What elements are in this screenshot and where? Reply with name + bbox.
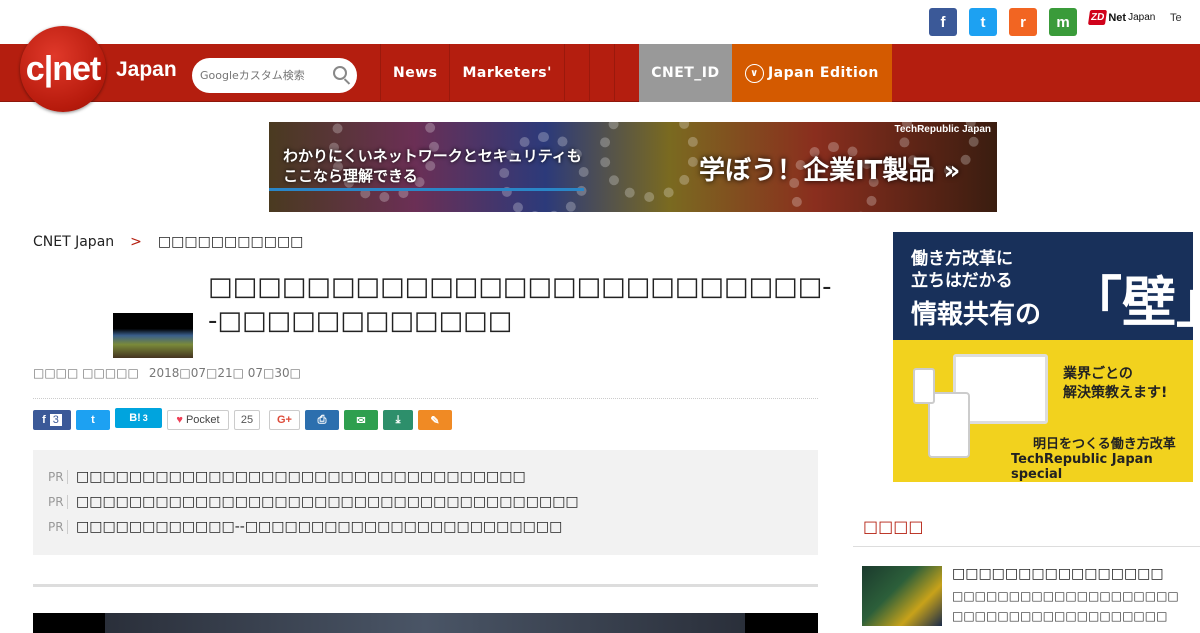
pr-tag: PR bbox=[48, 494, 68, 509]
banner-brand: TechRepublic Japan bbox=[894, 124, 991, 135]
facebook-icon[interactable]: f bbox=[929, 8, 957, 36]
banner-line1: わかりにくいネットワークとセキュリティも bbox=[283, 147, 582, 165]
pr-tag: PR bbox=[48, 469, 68, 484]
nav-marketers[interactable]: Marketers' bbox=[449, 44, 563, 102]
article-thumbnail bbox=[113, 313, 193, 358]
clip-button[interactable]: ✎ bbox=[418, 410, 452, 430]
save-button[interactable]: ⤓ bbox=[383, 410, 413, 430]
sidebar-item-desc-2: □□□□□□□□□□□□□□□□□□□ bbox=[952, 609, 1168, 623]
paperclip-icon: ✎ bbox=[430, 414, 440, 427]
cnet-logo[interactable]: c|net bbox=[20, 26, 106, 112]
phone-illustration bbox=[913, 368, 935, 404]
pr-item-text[interactable]: □□□□□□□□□□□□□□□□□□□□□□□□□□□□□□□□□□ bbox=[76, 469, 526, 485]
pr-item-text[interactable]: □□□□□□□□□□□□□□□□□□□□□□□□□□□□□□□□□□□□□□ bbox=[76, 494, 579, 510]
hatena-icon: B! bbox=[129, 412, 141, 424]
ad-footer-2: TechRepublic Japan special bbox=[1011, 452, 1153, 482]
banner-subtext: わかりにくいネットワークとセキュリティも ここなら理解できる bbox=[283, 146, 582, 186]
gear-decoration bbox=[599, 122, 699, 202]
google-plus-button[interactable]: G+ bbox=[269, 410, 300, 430]
sidebar-heading: □□□□ bbox=[853, 508, 1200, 547]
nav-cnet-id[interactable]: CNET_ID bbox=[638, 44, 732, 102]
top-social-bar: f t r m ZD Net Japan Te bbox=[0, 0, 1200, 44]
zdnet-logo: ZD bbox=[1087, 10, 1108, 25]
banner-underline bbox=[269, 188, 584, 191]
hatena-count: 3 bbox=[142, 413, 148, 423]
banner-headline: 学ぼう！企業IT製品 » bbox=[699, 156, 961, 186]
nav-empty-3[interactable] bbox=[613, 44, 639, 102]
search-box[interactable] bbox=[192, 58, 357, 93]
nav-news[interactable]: News bbox=[380, 44, 449, 102]
pocket-icon: ♥ bbox=[176, 414, 183, 426]
article-title: □□□□□□□□□□□□□□□□□□□□□□□□□--□□□□□□□□□□□□ bbox=[208, 272, 832, 336]
pr-item-text[interactable]: □□□□□□□□□□□□--□□□□□□□□□□□□□□□□□□□□□□□□ bbox=[76, 519, 562, 535]
sidebar-ad[interactable]: 働き方改革に 立ちはだかる 情報共有の 「壁」 業界ごとの 解決策教えます! 明… bbox=[893, 232, 1193, 482]
zdnet-japan-link[interactable]: ZD Net Japan bbox=[1087, 10, 1156, 25]
facebook-share-button[interactable]: f 3 bbox=[33, 410, 71, 430]
ad-point2: 解決策教えます! bbox=[1063, 385, 1168, 401]
top-banner-ad[interactable]: わかりにくいネットワークとセキュリティも ここなら理解できる 学ぼう！企業IT製… bbox=[269, 122, 997, 212]
logo-edition-text: Japan bbox=[116, 58, 177, 81]
mail-icon: ✉ bbox=[356, 414, 366, 427]
sidebar-item-title[interactable]: □□□□□□□□□□□□□□□□ bbox=[952, 566, 1179, 582]
breadcrumb: CNET Japan > □□□□□□□□□□□ bbox=[33, 234, 303, 250]
print-button[interactable]: ⎙ bbox=[305, 410, 339, 430]
ad-point1: 業界ごとの bbox=[1063, 366, 1133, 382]
breadcrumb-separator: > bbox=[130, 234, 142, 250]
search-input[interactable] bbox=[200, 69, 330, 82]
divider bbox=[33, 398, 818, 399]
nav-japan-edition-label: Japan Edition bbox=[767, 65, 879, 81]
pr-item[interactable]: PR □□□□□□□□□□□□--□□□□□□□□□□□□□□□□□□□□□□□… bbox=[48, 514, 818, 539]
zdnet-text: Net bbox=[1108, 11, 1127, 24]
article-date: 2018□07□21□ 07□30□ bbox=[148, 366, 301, 380]
zdnet-japan-text: Japan bbox=[1128, 12, 1156, 23]
pr-item[interactable]: PR □□□□□□□□□□□□□□□□□□□□□□□□□□□□□□□□□□□□□… bbox=[48, 489, 818, 514]
hatena-bookmark-button[interactable]: B! 3 bbox=[115, 408, 162, 428]
nav-japan-edition[interactable]: ∨ Japan Edition bbox=[731, 44, 892, 102]
pocket-count: 25 bbox=[234, 410, 260, 430]
ad-footer-1: 明日をつくる働き方改革 bbox=[1033, 437, 1176, 452]
pr-tag: PR bbox=[48, 519, 68, 534]
twitter-icon: t bbox=[91, 414, 95, 426]
print-icon: ⎙ bbox=[317, 413, 327, 426]
video-frame bbox=[105, 613, 745, 633]
breadcrumb-section[interactable]: □□□□□□□□□□□ bbox=[158, 234, 304, 250]
twitter-share-button[interactable]: t bbox=[76, 410, 110, 430]
facebook-icon: f bbox=[42, 414, 46, 426]
sidebar-item[interactable]: □□□□□□□□□□□□□□□□ □□□□□□□□□□□□□□□□□□□□ □□… bbox=[862, 566, 1179, 626]
techrepublic-link[interactable]: Te bbox=[1170, 12, 1182, 24]
ad-line2: 立ちはだかる bbox=[911, 271, 1013, 291]
nav-empty-2[interactable] bbox=[588, 44, 614, 102]
chevron-down-icon: ∨ bbox=[744, 63, 764, 83]
ad-headline: 働き方改革に 立ちはだかる bbox=[911, 248, 1013, 292]
nav-empty-1[interactable] bbox=[563, 44, 589, 102]
sidebar-item-text: □□□□□□□□□□□□□□□□ □□□□□□□□□□□□□□□□□□□□ □□… bbox=[952, 566, 1179, 626]
breadcrumb-home[interactable]: CNET Japan bbox=[33, 234, 114, 250]
facebook-share-count: 3 bbox=[49, 414, 62, 426]
share-buttons: f 3 t B! 3 ♥ Pocket 25 G+ ⎙ ✉ ⤓ ✎ bbox=[33, 408, 452, 430]
article-meta: □□□□ □□□□□ 2018□07□21□ 07□30□ bbox=[33, 366, 301, 380]
sidebar-item-thumbnail[interactable] bbox=[862, 566, 942, 626]
rss-icon[interactable]: r bbox=[1009, 8, 1037, 36]
pocket-label: Pocket bbox=[185, 414, 220, 426]
pocket-button[interactable]: ♥ Pocket bbox=[167, 410, 229, 430]
download-icon: ⤓ bbox=[395, 413, 401, 426]
pr-item[interactable]: PR □□□□□□□□□□□□□□□□□□□□□□□□□□□□□□□□□□ bbox=[48, 464, 818, 489]
ad-line1: 働き方改革に bbox=[911, 249, 1013, 269]
search-icon[interactable] bbox=[333, 66, 347, 80]
section-divider bbox=[33, 584, 818, 587]
mail-icon[interactable]: m bbox=[1049, 8, 1077, 36]
ad-line3: 情報共有の bbox=[911, 300, 1042, 330]
ad-wall-text: 「壁」 bbox=[1068, 271, 1193, 334]
ad-points: 業界ごとの 解決策教えます! bbox=[1063, 365, 1167, 403]
main-nav: News Marketers' CNET_ID ∨ Japan Edition bbox=[380, 44, 892, 102]
article-video[interactable] bbox=[33, 613, 818, 633]
article-author[interactable]: □□□□ □□□□□ bbox=[33, 366, 139, 380]
sidebar-item-desc-1: □□□□□□□□□□□□□□□□□□□□ bbox=[952, 589, 1179, 603]
twitter-icon[interactable]: t bbox=[969, 8, 997, 36]
mail-share-button[interactable]: ✉ bbox=[344, 410, 378, 430]
pr-box: PR □□□□□□□□□□□□□□□□□□□□□□□□□□□□□□□□□□ PR… bbox=[33, 450, 818, 555]
banner-line2: ここなら理解できる bbox=[283, 167, 418, 185]
